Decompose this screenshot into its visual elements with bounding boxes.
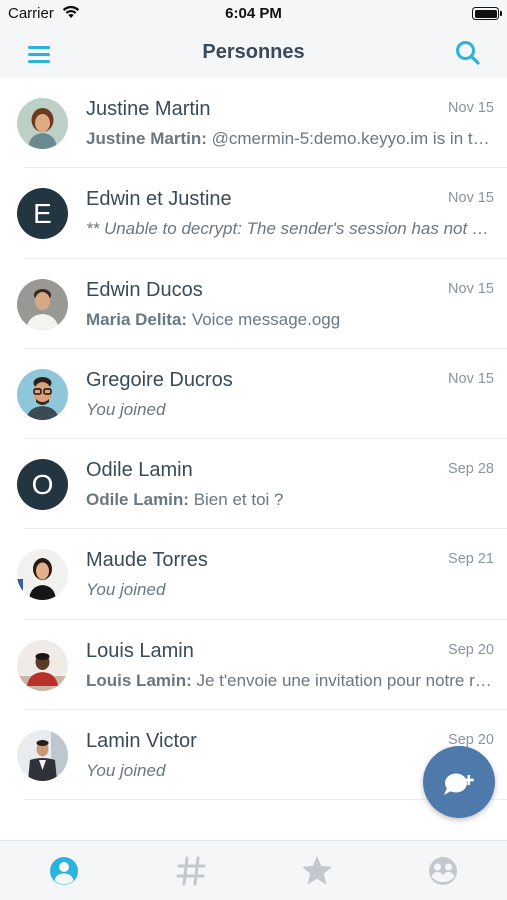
preview-message: @cmermin-5:demo.keyyo.im is in the room	[211, 129, 493, 148]
room-name: Lamin Victor	[86, 730, 197, 753]
app-header: Personnes	[0, 28, 507, 78]
avatar	[17, 98, 68, 149]
room-preview: You joined	[86, 580, 493, 600]
room-date: Nov 15	[448, 100, 494, 116]
room-preview: Odile Lamin: Bien et toi ?	[86, 490, 493, 510]
preview-message: You joined	[86, 580, 166, 600]
preview-message: You joined	[86, 399, 166, 419]
room-preview: Maria Delita: Voice message.ogg	[86, 310, 493, 330]
avatar	[17, 368, 68, 420]
room-row-justine-martin[interactable]: Justine Martin Nov 15 Justine Martin: @c…	[0, 78, 507, 169]
preview-sender: Justine Martin:	[86, 129, 207, 148]
preview-message: You joined	[86, 761, 166, 781]
page-title: Personnes	[202, 41, 305, 63]
room-date: Nov 15	[448, 280, 494, 297]
room-name: Gregoire Ducros	[86, 368, 233, 391]
avatar	[17, 639, 68, 691]
rooms-hash-icon[interactable]	[171, 851, 211, 891]
room-preview: You joined	[86, 400, 493, 420]
room-row-louis-lamin[interactable]: Louis Lamin Sep 20 Louis Lamin: Je t'env…	[0, 620, 507, 711]
battery-icon	[472, 7, 502, 20]
preview-message: Je t'envoie une invitation pour notre re…	[196, 670, 494, 690]
tab-bar	[0, 840, 507, 900]
room-row-gregoire-ducros[interactable]: Gregoire Ducros Nov 15 You joined	[0, 349, 507, 440]
room-date: Nov 15	[448, 370, 494, 387]
room-name: Maude Torres	[86, 549, 208, 572]
room-preview: Louis Lamin: Je t'envoie une invitation …	[86, 671, 493, 691]
preview-sender: Maria Delita:	[86, 309, 188, 329]
room-name: Odile Lamin	[86, 459, 193, 482]
preview-message: ** Unable to decrypt: The sender's sessi…	[86, 219, 493, 239]
room-row-maude-torres[interactable]: Maude Torres Sep 21 You joined	[0, 529, 507, 620]
room-name: Justine Martin	[86, 98, 211, 120]
room-row-edwin-ducos[interactable]: Edwin Ducos Nov 15 Maria Delita: Voice m…	[0, 259, 507, 349]
room-name: Edwin et Justine	[86, 188, 232, 211]
room-date: Sep 21	[448, 551, 494, 568]
people-icon[interactable]	[44, 851, 84, 891]
room-name: Louis Lamin	[86, 639, 194, 662]
room-row-edwin-et-justine[interactable]: E Edwin et Justine Nov 15 ** Unable to d…	[0, 168, 507, 259]
status-bar: Carrier 6:04 PM	[0, 0, 507, 28]
favourites-star-icon[interactable]	[297, 851, 337, 891]
avatar-initial: E	[17, 188, 68, 240]
room-date: Sep 28	[448, 461, 494, 478]
preview-sender: Louis Lamin:	[86, 670, 192, 690]
room-list: Justine Martin Nov 15 Justine Martin: @c…	[0, 78, 507, 840]
search-icon[interactable]	[451, 36, 485, 70]
avatar	[17, 278, 68, 330]
room-preview: ** Unable to decrypt: The sender's sessi…	[86, 219, 493, 239]
preview-message: Voice message.ogg	[187, 309, 341, 329]
avatar	[17, 730, 68, 782]
new-chat-plus-icon	[444, 773, 474, 795]
communities-icon[interactable]	[423, 851, 463, 891]
status-time: 6:04 PM	[225, 5, 282, 22]
room-date: Sep 20	[448, 641, 494, 658]
room-row-odile-lamin[interactable]: O Odile Lamin Sep 28 Odile Lamin: Bien e…	[0, 439, 507, 530]
room-name: Edwin Ducos	[86, 278, 203, 301]
new-chat-button[interactable]	[423, 746, 495, 818]
avatar	[17, 549, 68, 601]
room-preview: Justine Martin: @cmermin-5:demo.keyyo.im…	[86, 129, 493, 149]
room-date: Nov 15	[448, 190, 494, 207]
preview-sender: Odile Lamin:	[86, 490, 189, 510]
preview-message: Bien et toi ?	[188, 490, 284, 510]
avatar-initial: O	[17, 459, 68, 511]
